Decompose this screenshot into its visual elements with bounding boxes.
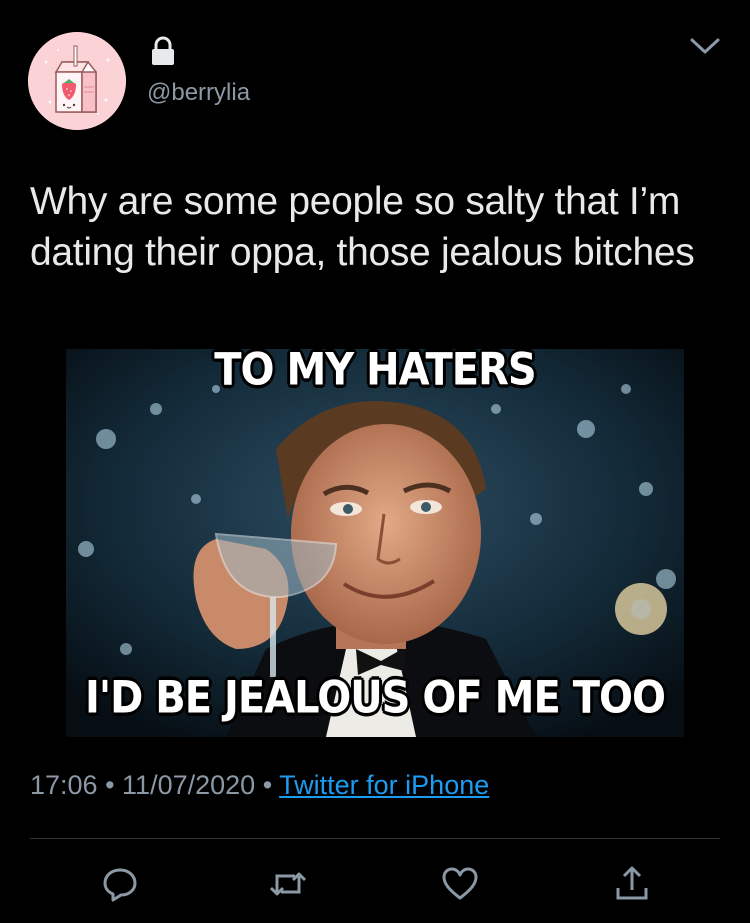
tweet-text: Why are some people so salty that I’m da… <box>30 180 695 274</box>
meta-separator: • <box>97 770 123 800</box>
avatar[interactable] <box>28 32 126 130</box>
meta-separator: • <box>255 770 280 800</box>
meme-bottom-caption: I'D BE JEALOUS OF ME TOO <box>84 672 666 724</box>
like-icon[interactable] <box>440 864 480 904</box>
divider <box>30 838 720 839</box>
tweet-meta: 17:06 • 11/07/2020 • Twitter for iPhone <box>30 770 489 801</box>
meme-top-caption: TO MY HATERS <box>214 349 536 396</box>
lock-icon <box>150 36 176 71</box>
chevron-down-icon[interactable] <box>688 34 722 63</box>
strawberry-milk-carton-icon <box>28 32 126 130</box>
tweet-source-link[interactable]: Twitter for iPhone <box>279 770 489 800</box>
tweet-date: 11/07/2020 <box>122 770 256 800</box>
retweet-icon[interactable] <box>268 864 308 904</box>
tweet-media-image[interactable]: TO MY HATERS I'D BE JEALOUS OF ME TOO <box>66 349 684 737</box>
reply-icon[interactable] <box>100 864 140 904</box>
tweet-time: 17:06 <box>30 770 98 800</box>
share-icon[interactable] <box>612 864 652 904</box>
user-handle[interactable]: @berrylia <box>147 79 250 107</box>
